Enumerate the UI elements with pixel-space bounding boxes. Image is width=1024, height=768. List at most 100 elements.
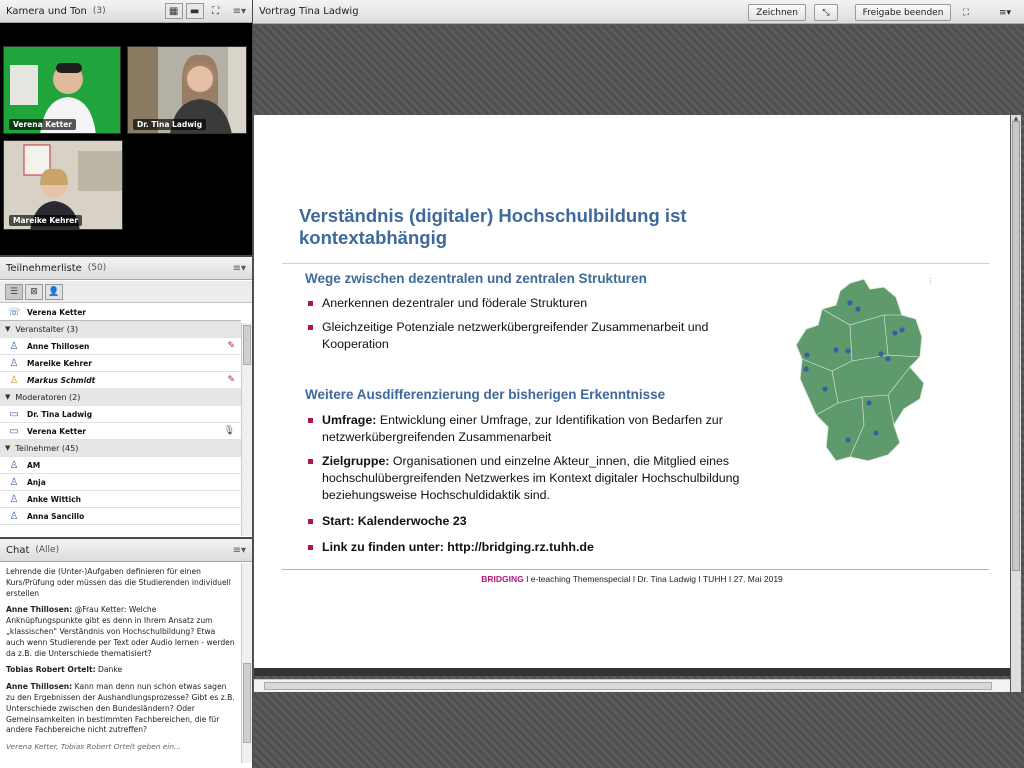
bullet-item: Link zu finden unter: http://bridging.rz… bbox=[306, 539, 786, 556]
video-tile[interactable]: Verena Ketter bbox=[3, 46, 121, 134]
mic-off-icon: ✎ bbox=[227, 341, 235, 351]
scroll-thumb[interactable] bbox=[1012, 121, 1020, 571]
participants-scrollbar[interactable] bbox=[241, 323, 252, 536]
single-layout-icon[interactable]: ▬ bbox=[185, 3, 204, 19]
user-icon: ♙ bbox=[9, 510, 19, 522]
video-name: Verena Ketter bbox=[9, 119, 77, 130]
mic-off-icon: ✎ bbox=[227, 375, 235, 385]
scroll-thumb[interactable] bbox=[243, 663, 251, 743]
participant-row[interactable]: ♙ Anna Sancillo bbox=[0, 508, 241, 525]
user-icon: ♙ bbox=[9, 340, 19, 352]
location-pin bbox=[803, 366, 809, 372]
bullet-label: Zielgruppe: bbox=[322, 454, 390, 468]
pointer-button[interactable]: ⤡ bbox=[814, 4, 838, 21]
section-heading: Wege zwischen dezentralen und zentralen … bbox=[305, 271, 647, 286]
section-heading: Weitere Ausdifferenzierung der bisherige… bbox=[305, 387, 666, 402]
group-label: Veranstalter (3) bbox=[15, 324, 79, 334]
location-pin bbox=[899, 327, 905, 333]
chat-scope: (Alle) bbox=[35, 545, 60, 555]
camera-count: (3) bbox=[92, 6, 106, 16]
scroll-thumb[interactable] bbox=[243, 325, 251, 365]
participant-row[interactable]: ▭ Dr. Tina Ladwig bbox=[0, 406, 241, 423]
chat-scrollbar[interactable] bbox=[241, 563, 252, 763]
chat-messages: Lehrende die (Unter-)Aufgaben definieren… bbox=[0, 563, 241, 763]
pod-menu-icon[interactable]: ≡▾ bbox=[233, 263, 246, 274]
chat-pod: Chat (Alle) ≡▾ Lehrende die (Unter-)Aufg… bbox=[0, 539, 252, 768]
pod-menu-icon[interactable]: ≡▾ bbox=[233, 545, 246, 556]
footer-brand: BRIDGING bbox=[481, 574, 524, 584]
location-pin bbox=[855, 306, 861, 312]
camera-pod-header: Kamera und Ton (3) ▦ ▬ ⛶ ≡▾ bbox=[0, 0, 252, 23]
participant-row[interactable]: ♙ Anja bbox=[0, 474, 241, 491]
bullet-label: Umfrage: bbox=[322, 413, 377, 427]
typing-indicator: Verena Ketter, Tobias Robert Ortelt gebe… bbox=[6, 742, 182, 752]
collapse-icon: ▼ bbox=[5, 444, 11, 452]
group-label: Moderatoren (2) bbox=[15, 392, 81, 402]
participant-name: Anna Sancillo bbox=[27, 511, 85, 521]
breakout-icon[interactable]: ⊠ bbox=[25, 283, 43, 300]
user-icon: ♙ bbox=[9, 476, 19, 488]
footer-text: I e-teaching Themenspecial I Dr. Tina La… bbox=[523, 574, 783, 584]
pod-menu-button[interactable]: ≡▾ bbox=[993, 4, 1017, 21]
video-tile[interactable]: Mareike Kehrer bbox=[3, 140, 123, 230]
user-icon: ♙ bbox=[9, 357, 19, 369]
active-speaker-row: ☏ Verena Ketter bbox=[0, 304, 241, 321]
slide-title: Verständnis (digitaler) Hochschulbildung… bbox=[299, 205, 687, 248]
participant-list: ☏ Verena Ketter ▼ Veranstalter (3) ♙ Anne … bbox=[0, 304, 241, 536]
participant-name: AM bbox=[27, 460, 41, 470]
video-tile[interactable]: Dr. Tina Ladwig bbox=[127, 46, 247, 134]
grid-layout-icon[interactable]: ▦ bbox=[164, 3, 183, 19]
footer-divider bbox=[282, 569, 989, 570]
location-pin bbox=[847, 300, 853, 306]
bullet-item: Gleichzeitige Potenziale netzwerkübergre… bbox=[306, 319, 776, 353]
video-name: Mareike Kehrer bbox=[9, 215, 82, 226]
participant-name: Dr. Tina Ladwig bbox=[27, 409, 93, 419]
camera-pod-title: Kamera und Ton bbox=[6, 5, 87, 17]
list-view-icon[interactable]: ☰ bbox=[5, 283, 23, 300]
participant-row[interactable]: ♙ Markus Schmidt ✎ bbox=[0, 372, 241, 389]
horizontal-scrollbar[interactable] bbox=[254, 679, 1010, 692]
location-pin bbox=[873, 430, 879, 436]
pod-menu-icon[interactable]: ≡▾ bbox=[233, 6, 246, 17]
phone-icon: ☏ bbox=[8, 306, 21, 318]
participant-row[interactable]: ♙ Anne Thillosen ✎ bbox=[0, 338, 241, 355]
scroll-thumb[interactable] bbox=[264, 682, 992, 690]
chat-message: Tobias Robert Ortelt: Danke bbox=[6, 665, 235, 676]
draw-button[interactable]: Zeichnen bbox=[748, 4, 806, 21]
vertical-scrollbar[interactable]: ▲ bbox=[1011, 115, 1021, 692]
presenter-icon: ▭ bbox=[9, 408, 19, 420]
group-header[interactable]: ▼ Teilnehmer (45) bbox=[0, 440, 241, 457]
participant-row[interactable]: ♙ Mareike Kehrer bbox=[0, 355, 241, 372]
group-header[interactable]: ▼ Veranstalter (3) bbox=[0, 321, 241, 338]
chat-message: Anne Thillosen: Kann man denn nun schon … bbox=[6, 682, 235, 736]
chat-pod-header: Chat (Alle) ≡▾ bbox=[0, 539, 252, 562]
location-pin bbox=[885, 356, 891, 362]
bullet-item: Start: Kalenderwoche 23 bbox=[306, 513, 786, 530]
group-header[interactable]: ▼ Moderatoren (2) bbox=[0, 389, 241, 406]
presentation-slide: Verständnis (digitaler) Hochschulbildung… bbox=[254, 115, 1010, 668]
presenter-icon: ▭ bbox=[9, 425, 19, 437]
location-pin bbox=[866, 400, 872, 406]
share-pod-title: Vortrag Tina Ladwig bbox=[259, 6, 359, 17]
bullet-text: Entwicklung einer Umfrage, zur Identifik… bbox=[322, 413, 723, 444]
participant-row[interactable]: ▭ Verena Ketter 🎙 bbox=[0, 423, 241, 440]
bullet-text: Gleichzeitige Potenziale netzwerkübergre… bbox=[322, 320, 709, 351]
attendee-icon[interactable]: 👤 bbox=[45, 283, 63, 300]
chat-message: Anne Thillosen: @Frau Ketter: Welche Ank… bbox=[6, 605, 235, 659]
stop-share-button[interactable]: Freigabe beenden bbox=[855, 4, 951, 21]
fullscreen-button[interactable]: ⛶ bbox=[957, 4, 975, 21]
bullet-label: Link zu finden unter: http://bridging.rz… bbox=[322, 540, 594, 554]
fullscreen-icon[interactable]: ⛶ bbox=[207, 3, 225, 19]
title-divider bbox=[282, 263, 989, 264]
participant-row[interactable]: ♙ AM bbox=[0, 457, 241, 474]
pointer-icon: ⤡ bbox=[822, 7, 830, 18]
chat-pod-title: Chat bbox=[6, 544, 30, 556]
participant-name: Verena Ketter bbox=[27, 426, 87, 436]
chat-text: Lehrende die (Unter-)Aufgaben definieren… bbox=[6, 567, 231, 598]
chat-sender: Anne Thillosen: bbox=[6, 682, 73, 692]
bullet-list: Anerkennen dezentraler und föderale Stru… bbox=[306, 295, 776, 360]
bullet-item: Anerkennen dezentraler und föderale Stru… bbox=[306, 295, 776, 312]
participant-row[interactable]: ♙ Anke Wittich bbox=[0, 491, 241, 508]
map-toolbar-icon: ⋮ bbox=[927, 277, 934, 285]
location-pin bbox=[804, 352, 810, 358]
